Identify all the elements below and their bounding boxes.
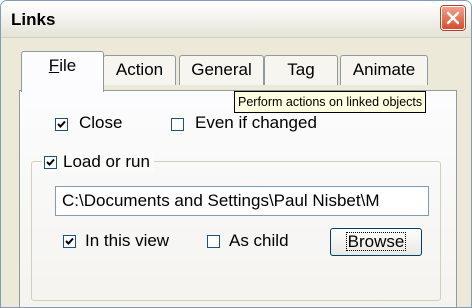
- tab-general-label: General: [191, 60, 252, 79]
- as-child-checkbox[interactable]: [207, 235, 220, 248]
- tab-action-label: Action: [115, 60, 164, 79]
- tooltip: Perform actions on linked objects: [234, 91, 427, 113]
- close-checkbox[interactable]: [55, 118, 68, 131]
- close-checkbox-label[interactable]: Close: [79, 113, 122, 133]
- even-if-changed-checkbox[interactable]: [171, 118, 184, 131]
- dialog-content: File Action General Tag Animate Close Ev…: [1, 38, 471, 307]
- checkmark-icon: [65, 237, 74, 245]
- load-or-run-checkbox[interactable]: [44, 155, 57, 169]
- tab-animate[interactable]: Animate: [340, 55, 428, 85]
- tab-general[interactable]: General: [179, 55, 264, 85]
- tab-animate-label: Animate: [352, 60, 416, 79]
- path-input[interactable]: C:\Documents and Settings\Paul Nisbet\M: [55, 186, 429, 216]
- load-or-run-label[interactable]: Load or run: [63, 152, 150, 172]
- tab-file[interactable]: File: [21, 51, 104, 92]
- as-child-label[interactable]: As child: [229, 231, 289, 251]
- title-bar[interactable]: Links: [1, 1, 471, 38]
- browse-button[interactable]: Browse: [330, 228, 422, 256]
- in-this-view-label[interactable]: In this view: [85, 231, 169, 251]
- tab-file-mnemonic: F: [48, 56, 60, 75]
- checkmark-icon: [46, 158, 55, 166]
- window-title: Links: [11, 10, 56, 29]
- load-or-run-legend: Load or run: [42, 152, 154, 172]
- in-this-view-checkbox[interactable]: [63, 235, 76, 248]
- tab-file-label: ile: [59, 56, 77, 75]
- tab-tag[interactable]: Tag: [264, 55, 338, 85]
- browse-button-label: Browse: [345, 232, 407, 251]
- tab-strip: File Action General Tag Animate: [1, 38, 471, 92]
- even-if-changed-label[interactable]: Even if changed: [195, 113, 317, 133]
- close-button[interactable]: [441, 6, 465, 30]
- checkmark-icon: [57, 120, 66, 128]
- close-icon: [446, 11, 460, 25]
- tab-tag-label: Tag: [287, 60, 315, 79]
- links-dialog: Links File Action General Tag Animate Cl…: [0, 0, 472, 308]
- tab-action[interactable]: Action: [103, 55, 176, 85]
